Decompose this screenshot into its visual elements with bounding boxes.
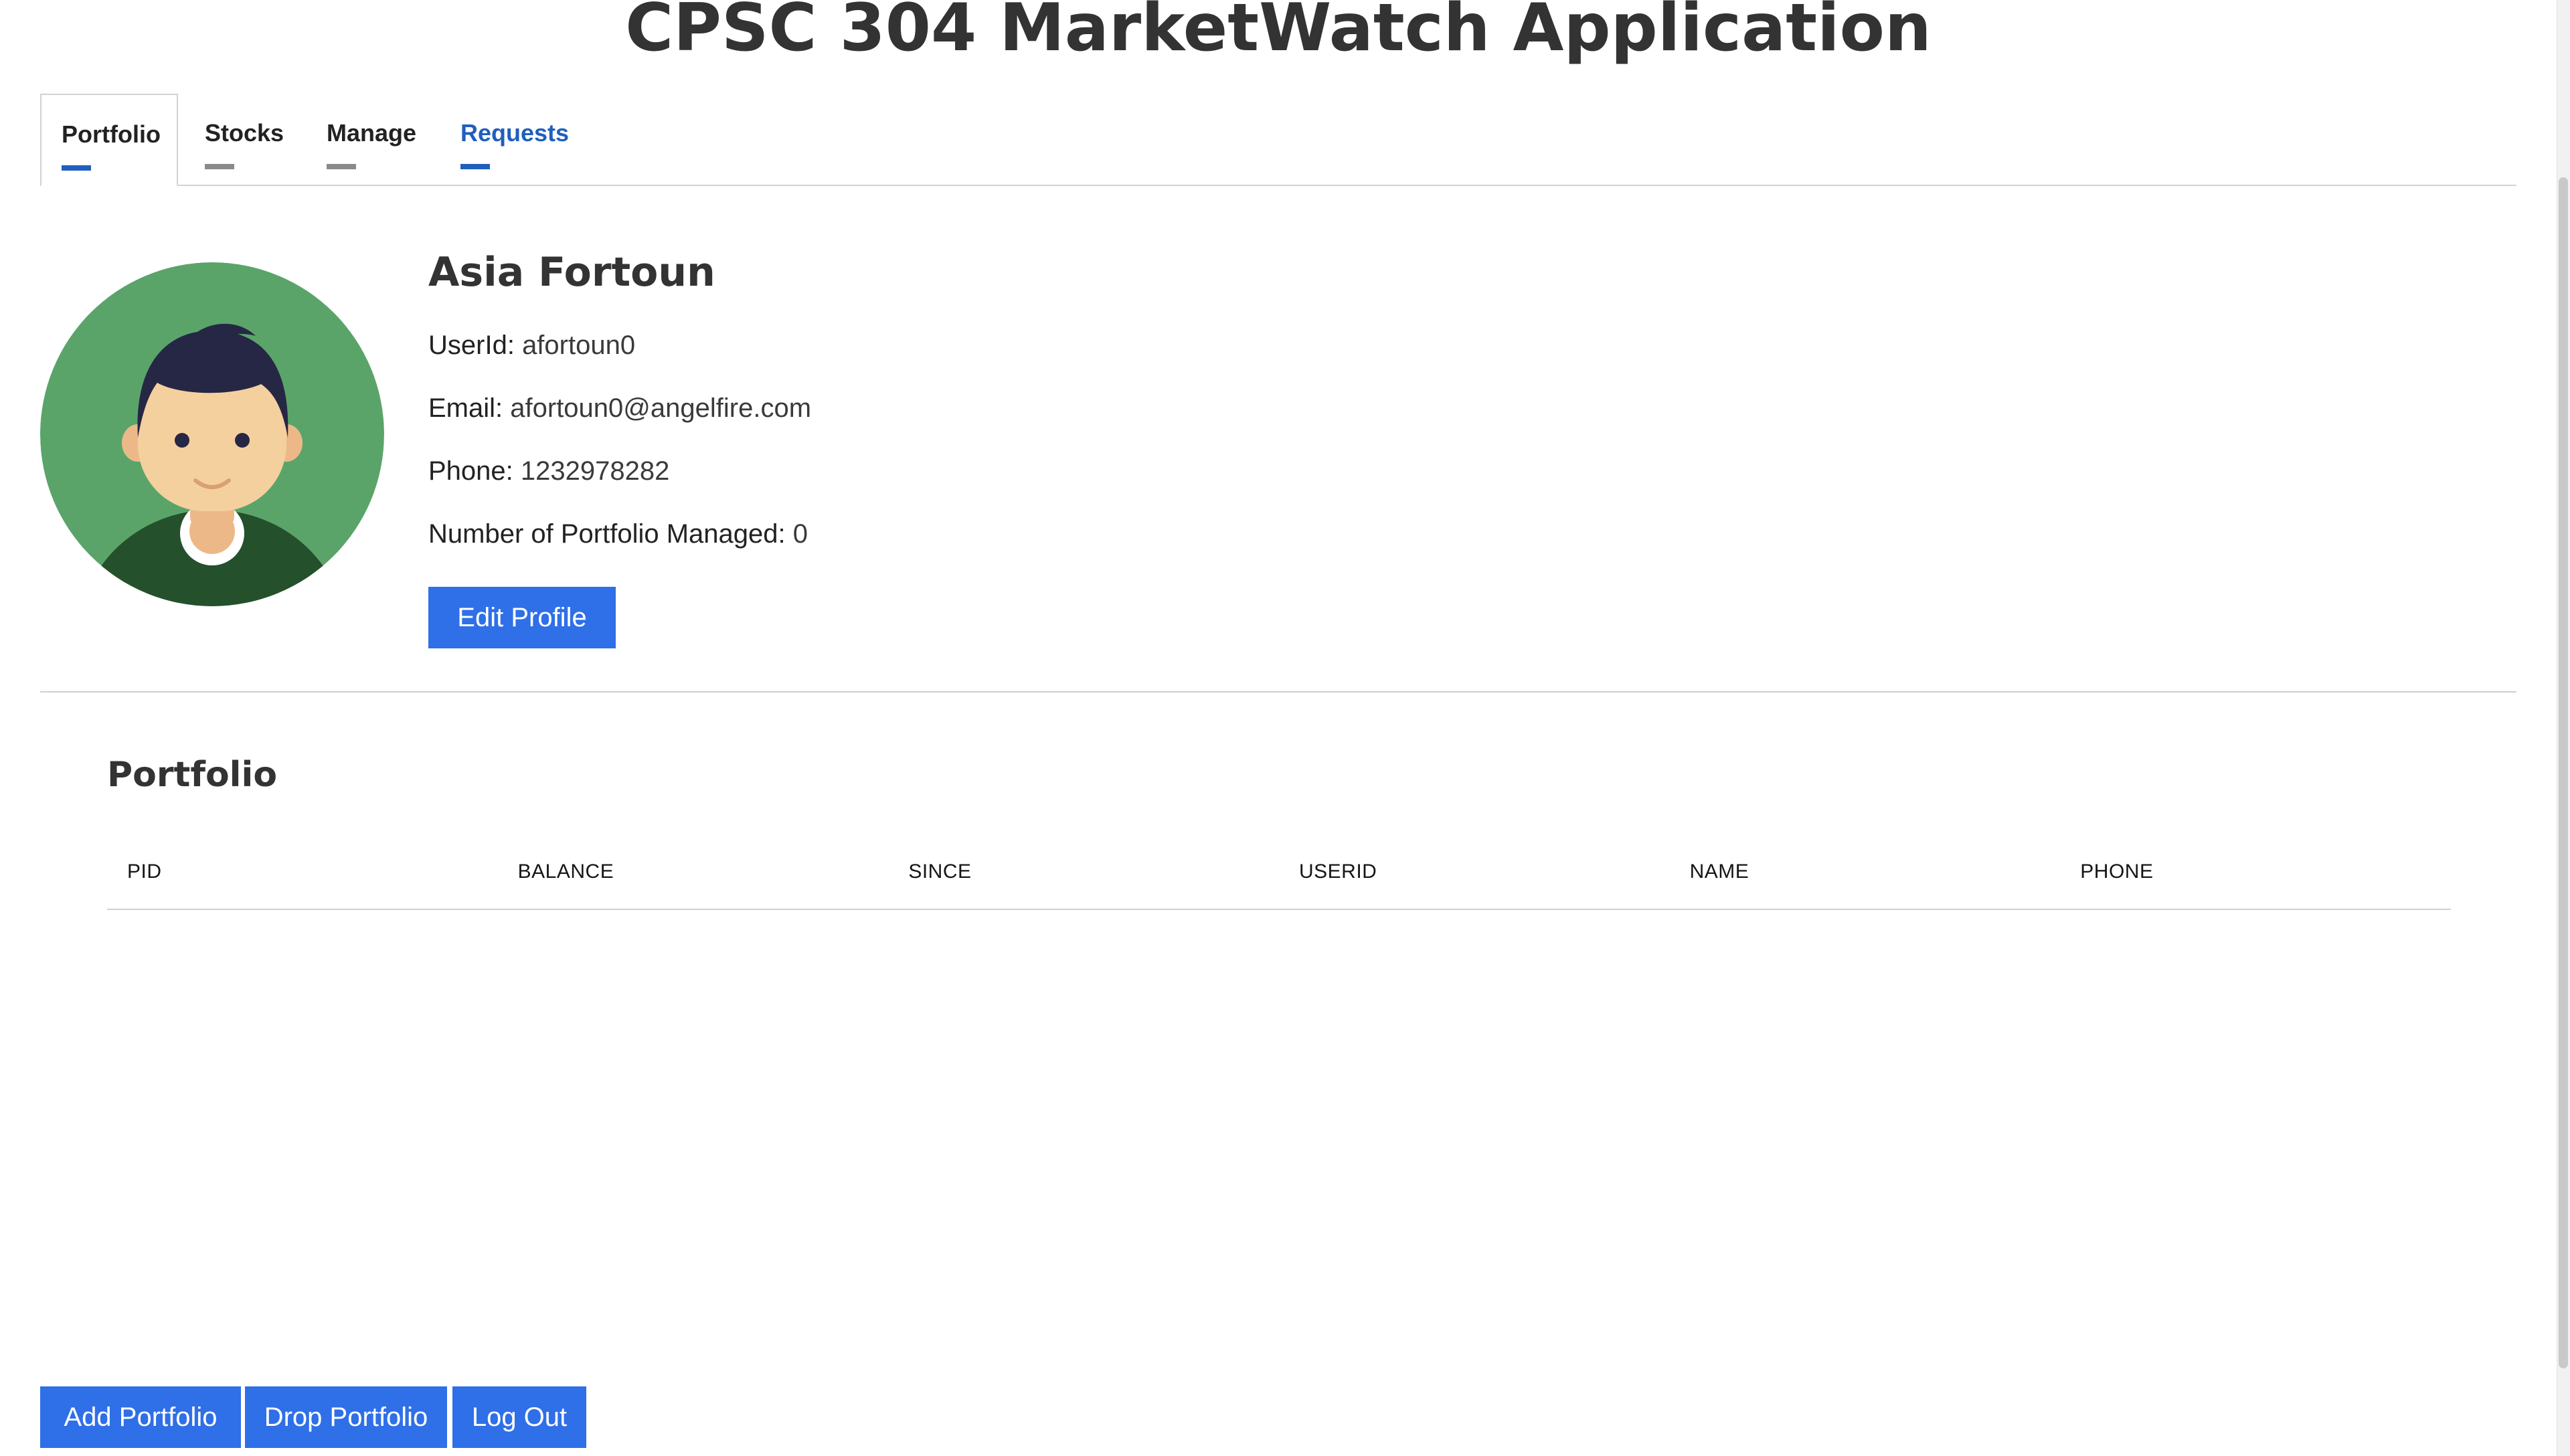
portfolio-table-header: PID BALANCE SINCE USERID NAME PHONE <box>107 835 2451 910</box>
profile-email-value: afortoun0@angelfire.com <box>510 393 812 423</box>
tab-requests-indicator <box>460 164 490 169</box>
tab-portfolio-indicator <box>62 165 91 171</box>
profile-phone: Phone: 1232978282 <box>428 456 669 486</box>
page-title: CPSC 304 MarketWatch Application <box>625 0 1932 66</box>
user-avatar-icon <box>40 262 384 606</box>
add-portfolio-button[interactable]: Add Portfolio <box>40 1386 241 1448</box>
profile-phone-value: 1232978282 <box>520 456 670 486</box>
portfolio-table: PID BALANCE SINCE USERID NAME PHONE <box>107 835 2451 910</box>
profile-userid: UserId: afortoun0 <box>428 331 635 361</box>
profile-email: Email: afortoun0@angelfire.com <box>428 393 811 424</box>
portfolio-heading: Portfolio <box>107 755 278 795</box>
profile-portfolios-managed: Number of Portfolio Managed: 0 <box>428 519 808 549</box>
column-header-userid[interactable]: USERID <box>1278 835 1670 910</box>
column-header-balance[interactable]: BALANCE <box>497 835 889 910</box>
column-header-since[interactable]: SINCE <box>888 835 1279 910</box>
scrollbar-thumb[interactable] <box>2559 177 2568 1368</box>
tab-manage-label: Manage <box>327 119 417 147</box>
column-header-pid[interactable]: PID <box>107 835 498 910</box>
drop-portfolio-button[interactable]: Drop Portfolio <box>245 1386 447 1448</box>
profile-managed-value: 0 <box>792 519 808 549</box>
column-header-name[interactable]: NAME <box>1669 835 2061 910</box>
profile-managed-label: Number of Portfolio Managed: <box>428 519 786 549</box>
tab-manage[interactable]: Manage <box>327 94 434 185</box>
profile-email-label: Email: <box>428 393 503 423</box>
tab-manage-indicator <box>327 164 356 169</box>
tab-requests[interactable]: Requests <box>460 94 581 185</box>
section-divider <box>40 691 2516 693</box>
column-header-phone[interactable]: PHONE <box>2060 835 2451 910</box>
table-header-row: PID BALANCE SINCE USERID NAME PHONE <box>107 835 2451 910</box>
profile-userid-value: afortoun0 <box>522 331 636 360</box>
profile-phone-label: Phone: <box>428 456 513 486</box>
profile-name: Asia Fortoun <box>428 249 715 296</box>
tab-stocks-label: Stocks <box>205 119 284 147</box>
tab-stocks-indicator <box>205 164 234 169</box>
tab-portfolio[interactable]: Portfolio <box>40 94 178 187</box>
app-window: CPSC 304 MarketWatch Application Portfol… <box>0 0 2570 1456</box>
tab-requests-label: Requests <box>460 119 570 147</box>
tab-stocks[interactable]: Stocks <box>205 94 298 185</box>
tab-bar: Portfolio Stocks Manage Requests <box>40 94 2516 187</box>
tab-portfolio-label: Portfolio <box>62 120 161 148</box>
logout-button[interactable]: Log Out <box>452 1386 586 1448</box>
edit-profile-button[interactable]: Edit Profile <box>428 587 616 648</box>
profile-userid-label: UserId: <box>428 331 515 360</box>
